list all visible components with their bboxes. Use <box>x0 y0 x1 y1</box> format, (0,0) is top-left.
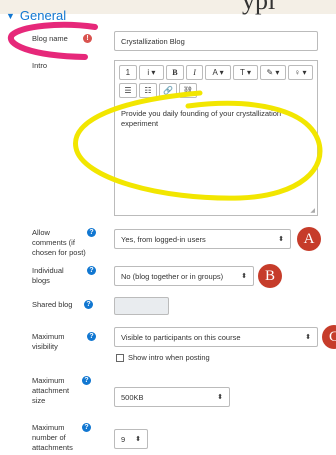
caret-down-icon: ▼ <box>6 10 15 21</box>
question-icon[interactable]: ? <box>87 266 96 275</box>
label-line: attachment <box>32 386 70 395</box>
collapse-toolbar-button[interactable]: 1 <box>119 65 137 80</box>
settings-panel: ypi ▼ General Blog name ! Crystallizatio… <box>0 0 336 455</box>
label-line: Maximum <box>32 376 65 385</box>
intro-text[interactable]: Provide you daily founding of your cryst… <box>121 109 311 129</box>
paragraph-style-button[interactable]: ✎ ▾ <box>260 65 286 80</box>
question-icon[interactable]: ? <box>82 423 91 432</box>
question-icon[interactable]: ? <box>87 228 96 237</box>
unordered-list-button[interactable]: ☰ <box>119 83 137 98</box>
allow-comments-value: Yes, from logged-in users <box>121 234 206 244</box>
blog-name-input[interactable]: Crystallization Blog <box>114 31 318 51</box>
label-line: Maximum <box>32 423 65 432</box>
checkbox-box[interactable] <box>116 353 124 362</box>
max-visibility-label: Maximum visibility <box>32 332 65 352</box>
select-arrow-icon: ⬍ <box>305 334 311 341</box>
blog-name-label: Blog name <box>32 34 68 43</box>
show-intro-checkbox[interactable]: Show intro when posting <box>116 353 210 362</box>
label-line: blogs <box>32 276 50 285</box>
max-visibility-value: Visible to participants on this course <box>121 332 241 342</box>
section-general-toggle[interactable]: ▼ General <box>6 8 66 23</box>
allow-comments-label: Allow comments (if chosen for post) <box>32 228 86 258</box>
max-visibility-select[interactable]: Visible to participants on this course ⬍ <box>114 327 318 347</box>
label-line: Maximum <box>32 332 65 341</box>
question-icon[interactable]: ? <box>84 300 93 309</box>
required-icon: ! <box>83 34 92 43</box>
resize-handle-icon[interactable]: ◢ <box>310 207 315 214</box>
individual-blogs-value: No (blog together or in groups) <box>121 271 224 281</box>
shared-blog-label: Shared blog <box>32 300 73 309</box>
question-icon[interactable]: ? <box>87 332 96 341</box>
label-line: comments (if <box>32 238 75 247</box>
link-button[interactable]: 🔗 <box>159 83 177 98</box>
select-arrow-icon: ⬍ <box>278 236 284 243</box>
max-attachments-label: Maximum number of attachments <box>32 423 73 453</box>
label-line: chosen for post) <box>32 248 86 257</box>
accessibility-button[interactable]: ♀ ▾ <box>287 65 314 80</box>
max-attachment-size-select[interactable]: 500KB ⬍ <box>114 387 230 407</box>
intro-editor[interactable]: 1 i ▾ B I A ▾ T ▾ ✎ ▾ ♀ ▾ ☰ ☷ 🔗 ⛓ Provid… <box>114 60 318 216</box>
label-line: number of <box>32 433 66 442</box>
select-arrow-icon: ⬍ <box>241 273 247 280</box>
bold-button[interactable]: B <box>166 65 184 80</box>
select-arrow-icon: ⬍ <box>135 436 141 443</box>
annotation-badge-b: B <box>258 264 282 288</box>
blog-name-value: Crystallization Blog <box>121 36 185 46</box>
italic-button[interactable]: I <box>185 65 204 80</box>
intro-label: Intro <box>32 61 48 70</box>
allow-comments-select[interactable]: Yes, from logged-in users ⬍ <box>114 229 291 249</box>
font-color-button[interactable]: A ▾ <box>205 65 231 80</box>
cropped-heading-text: ypi <box>242 0 276 15</box>
unlink-button[interactable]: ⛓ <box>179 83 197 98</box>
label-line: Individual <box>32 266 64 275</box>
max-attachment-size-label: Maximum attachment size <box>32 376 69 406</box>
section-title: General <box>19 8 67 23</box>
annotation-badge-a: A <box>297 227 321 251</box>
label-line: visibility <box>32 342 58 351</box>
label-line: size <box>32 396 46 405</box>
question-icon[interactable]: ? <box>82 376 91 385</box>
label-line: attachments <box>32 443 73 452</box>
max-attachments-select[interactable]: 9 ⬍ <box>114 429 148 449</box>
max-attachment-size-value: 500KB <box>121 392 144 402</box>
shared-blog-field[interactable] <box>114 297 169 315</box>
select-arrow-icon: ⬍ <box>217 394 223 401</box>
editor-toolbar: 1 i ▾ B I A ▾ T ▾ ✎ ▾ ♀ ▾ ☰ ☷ 🔗 ⛓ <box>119 65 314 101</box>
show-intro-label: Show intro when posting <box>128 353 210 362</box>
individual-blogs-select[interactable]: No (blog together or in groups) ⬍ <box>114 266 254 286</box>
annotation-badge-c: C <box>322 325 336 349</box>
ordered-list-button[interactable]: ☷ <box>139 83 157 98</box>
label-line: Allow <box>32 228 50 237</box>
info-dropdown-button[interactable]: i ▾ <box>138 65 165 80</box>
individual-blogs-label: Individual blogs <box>32 266 64 286</box>
max-attachments-value: 9 <box>121 434 126 444</box>
text-style-button[interactable]: T ▾ <box>232 65 259 80</box>
